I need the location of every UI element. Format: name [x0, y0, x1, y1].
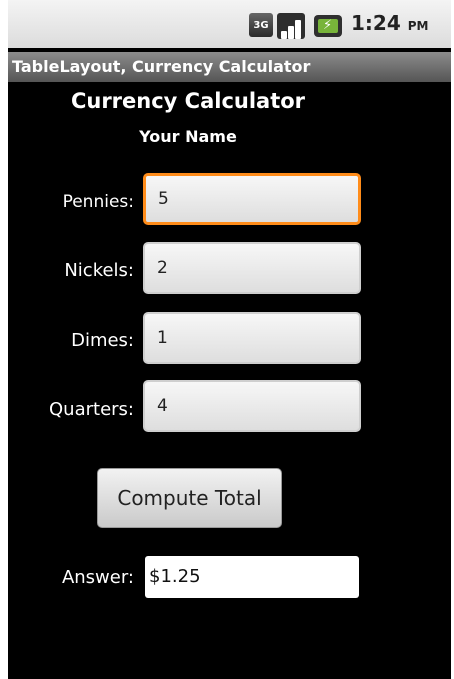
pennies-input[interactable]: 5 [143, 173, 361, 225]
signal-bar [281, 31, 287, 39]
clock-ampm: PM [407, 19, 429, 33]
signal-icon [277, 13, 307, 39]
page-subtitle: Your Name [139, 127, 237, 146]
3g-icon: 3G [249, 13, 273, 37]
network-type-label: 3G [253, 19, 269, 31]
quarters-input[interactable]: 4 [143, 380, 361, 432]
app-screen: 3G ⚡ 1:24 PM TableLayout, Currency Calcu… [8, 0, 451, 679]
status-bar: 3G ⚡ 1:24 PM [8, 0, 451, 48]
nickels-label: Nickels: [64, 260, 134, 281]
compute-total-button[interactable]: Compute Total [97, 468, 282, 528]
answer-output[interactable]: $1.25 [145, 556, 359, 598]
nickels-input[interactable]: 2 [143, 242, 361, 294]
battery-charging-icon: ⚡ [314, 15, 342, 37]
clock-time: 1:24 [351, 11, 401, 35]
pennies-label: Pennies: [62, 192, 134, 212]
page-title: Currency Calculator [70, 89, 306, 113]
answer-label: Answer: [61, 567, 134, 588]
app-title-bar: TableLayout, Currency Calculator [8, 52, 451, 82]
quarters-label: Quarters: [49, 399, 134, 420]
dimes-input[interactable]: 1 [143, 312, 361, 364]
bolt-icon: ⚡ [323, 18, 333, 33]
status-clock: 1:24 PM [351, 11, 428, 35]
signal-bar [288, 26, 294, 39]
signal-bar [295, 20, 301, 39]
dimes-label: Dimes: [71, 330, 134, 351]
